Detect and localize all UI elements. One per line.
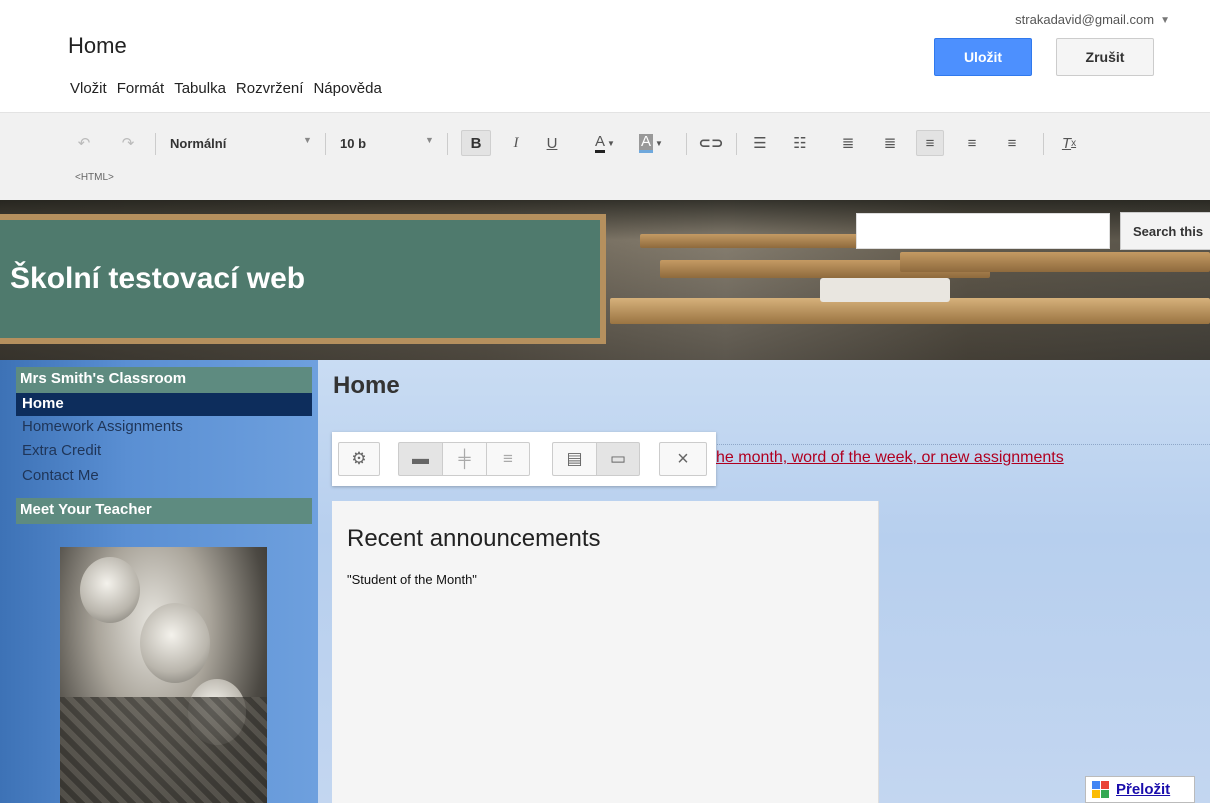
chalkboard: Školní testovací web xyxy=(0,214,606,344)
photo-face-shape xyxy=(80,557,140,623)
save-button[interactable]: Uložit xyxy=(934,38,1032,76)
photo-face-shape xyxy=(140,603,210,683)
menu-format[interactable]: Formát xyxy=(117,80,165,97)
papers-shape xyxy=(820,278,950,302)
teacher-photo xyxy=(60,547,267,803)
no-wrap-icon[interactable]: ▭ xyxy=(596,442,640,476)
text-color-icon[interactable]: A ▼ xyxy=(588,130,622,156)
sidebar-item-extra-credit[interactable]: Extra Credit xyxy=(16,440,312,463)
meet-teacher-heading: Meet Your Teacher xyxy=(16,498,312,524)
announcements-gadget: Recent announcements "Student of the Mon… xyxy=(332,501,879,803)
align-right-icon[interactable]: ≡ xyxy=(1000,130,1024,156)
page-title: Home xyxy=(68,33,127,58)
desk-shape xyxy=(900,252,1210,272)
decrease-indent-icon[interactable]: ≣ xyxy=(836,130,860,156)
announcements-title: Recent announcements xyxy=(347,525,601,552)
menu-table[interactable]: Tabulka xyxy=(174,80,226,97)
account-menu[interactable]: strakadavid@gmail.com ▼ xyxy=(1015,12,1170,27)
toolbar-divider xyxy=(1043,133,1044,155)
editor-header: Home Vložit Formát Tabulka Rozvržení Náp… xyxy=(0,0,1210,112)
toolbar-divider xyxy=(447,133,448,155)
announcement-item[interactable]: "Student of the Month" xyxy=(347,572,477,587)
clear-formatting-icon[interactable]: Tx xyxy=(1056,130,1082,156)
chevron-down-icon: ▼ xyxy=(425,135,434,145)
site-header-banner: Školní testovací web Search this xyxy=(0,200,1210,360)
align-center-icon[interactable]: ≡ xyxy=(960,130,984,156)
search-input[interactable] xyxy=(856,213,1110,249)
highlight-color-icon[interactable]: A ▼ xyxy=(634,130,668,156)
menu-insert[interactable]: Vložit xyxy=(70,80,107,97)
align-center-icon[interactable]: ╪ xyxy=(442,442,486,476)
align-left-icon[interactable]: ▬ xyxy=(398,442,442,476)
underline-icon[interactable]: U xyxy=(540,130,564,156)
site-title: Školní testovací web xyxy=(10,262,306,295)
align-right-icon[interactable]: ≡ xyxy=(486,442,530,476)
bold-icon[interactable]: B xyxy=(461,130,491,156)
search-button[interactable]: Search this xyxy=(1120,212,1210,250)
gadget-toolbar: ⚙ ▬ ╪ ≡ ▤ ▭ × xyxy=(332,432,716,486)
formatting-toolbar: ↶ ↷ Normální ▼ 10 b ▼ B I U A ▼ A ▼ ⊂⊃ ☰ ☷… xyxy=(0,112,1210,201)
translate-label: Přeložit xyxy=(1116,781,1171,798)
redo-icon[interactable]: ↷ xyxy=(116,130,140,156)
sidebar-item-home[interactable]: Home xyxy=(16,393,312,416)
google-translate-icon xyxy=(1092,780,1110,799)
increase-indent-icon[interactable]: ≣ xyxy=(878,130,902,156)
chevron-down-icon: ▼ xyxy=(303,135,312,145)
font-size-select[interactable]: 10 b xyxy=(340,130,430,156)
sidebar-item-homework[interactable]: Homework Assignments xyxy=(16,416,312,439)
align-left-icon[interactable]: ≡ xyxy=(916,130,944,156)
menu-help[interactable]: Nápověda xyxy=(313,80,381,97)
chevron-down-icon: ▼ xyxy=(1160,15,1170,26)
inline-link[interactable]: he month, word of the week, or new assig… xyxy=(716,449,1064,467)
sidebar-heading: Mrs Smith's Classroom xyxy=(16,367,312,393)
paragraph-style-select[interactable]: Normální xyxy=(170,130,310,156)
cancel-button[interactable]: Zrušit xyxy=(1056,38,1154,76)
photo-clothing-shape xyxy=(60,697,267,803)
toolbar-divider xyxy=(155,133,156,155)
close-icon[interactable]: × xyxy=(659,442,707,476)
translate-button[interactable]: Přeložit xyxy=(1085,776,1195,803)
link-icon[interactable]: ⊂⊃ xyxy=(698,130,724,156)
gear-icon[interactable]: ⚙ xyxy=(338,442,380,476)
undo-icon[interactable]: ↶ xyxy=(72,130,96,156)
numbered-list-icon[interactable]: ☰ xyxy=(748,130,772,156)
menu-bar: Vložit Formát Tabulka Rozvržení Nápověda xyxy=(70,80,382,97)
toolbar-divider xyxy=(325,133,326,155)
sidebar-item-contact[interactable]: Contact Me xyxy=(16,465,312,488)
italic-icon[interactable]: I xyxy=(504,130,528,156)
menu-layout[interactable]: Rozvržení xyxy=(236,80,304,97)
toolbar-divider xyxy=(686,133,687,155)
toolbar-divider xyxy=(736,133,737,155)
main-page-title: Home xyxy=(333,372,400,399)
account-email: strakadavid@gmail.com xyxy=(1015,12,1155,27)
wrap-text-icon[interactable]: ▤ xyxy=(552,442,596,476)
bulleted-list-icon[interactable]: ☷ xyxy=(788,130,812,156)
html-mode-button[interactable]: <HTML> xyxy=(75,172,114,183)
